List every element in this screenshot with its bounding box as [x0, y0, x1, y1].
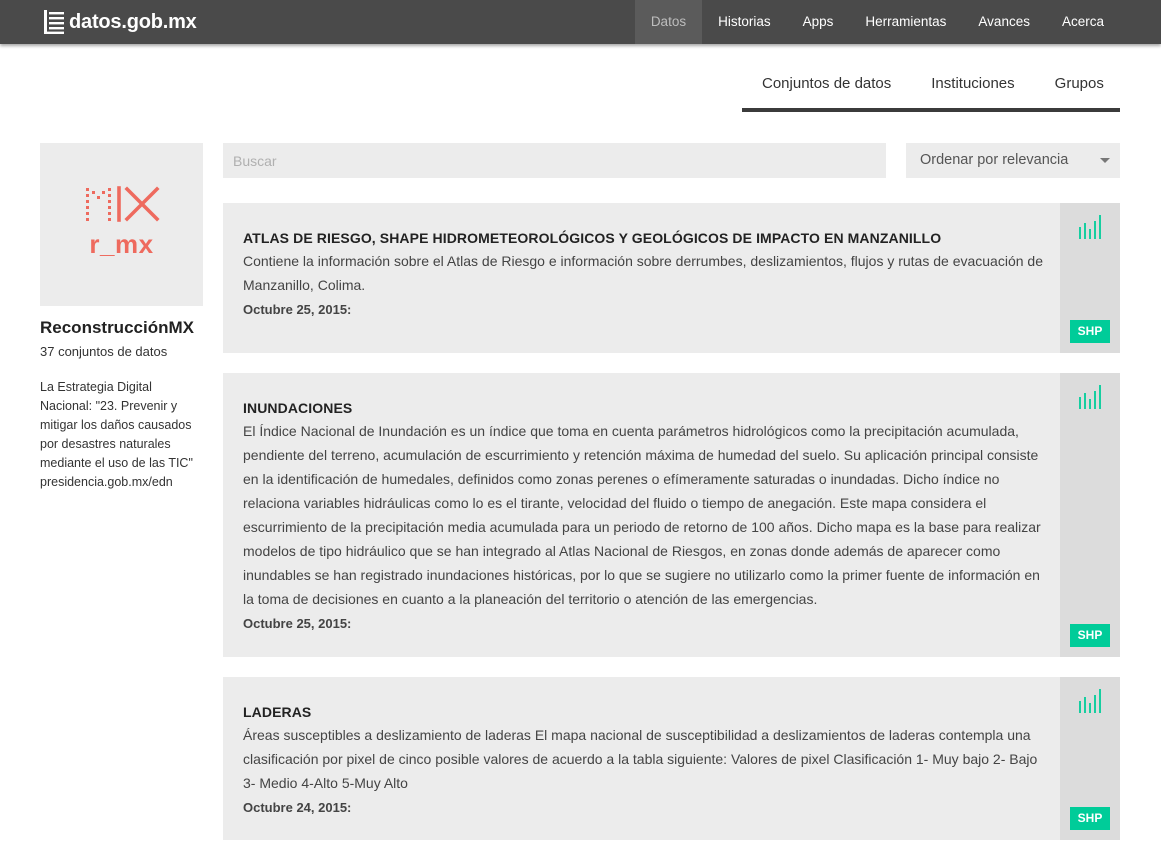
dataset-title[interactable]: LADERAS [243, 704, 1043, 720]
dataset-description: Contiene la información sobre el Atlas d… [243, 253, 1043, 293]
bar-chart-icon[interactable] [1078, 385, 1102, 409]
organization-logo: r_mx [40, 143, 203, 306]
dataset-card-body: INUNDACIONES El Índice Nacional de Inund… [243, 400, 1043, 631]
dataset-date: Octubre 25, 2015: [243, 616, 352, 631]
nav-item-historias[interactable]: Historias [702, 0, 787, 44]
bar-chart-icon[interactable] [1078, 689, 1102, 713]
format-badge[interactable]: SHP [1070, 624, 1110, 647]
dataset-description: Áreas susceptibles a deslizamiento de la… [243, 727, 1038, 791]
tab-grupos[interactable]: Grupos [1055, 62, 1104, 106]
organization-name: ReconstrucciónMX [40, 318, 194, 337]
sub-nav: Conjuntos de datos Instituciones Grupos [742, 62, 1120, 112]
dataset-title[interactable]: ATLAS DE RIESGO, SHAPE HIDROMETEOROLÓGIC… [243, 230, 1043, 246]
document-lines-icon [44, 10, 64, 34]
chevron-down-icon [1100, 158, 1110, 163]
dataset-card: LADERAS Áreas susceptibles a deslizamien… [223, 677, 1120, 840]
dataset-card-body: ATLAS DE RIESGO, SHAPE HIDROMETEOROLÓGIC… [243, 230, 1043, 317]
tab-instituciones[interactable]: Instituciones [931, 62, 1014, 106]
dataset-side-panel: SHP [1060, 373, 1120, 657]
mx-logo-icon [86, 186, 160, 222]
organization-dataset-count: 37 conjuntos de datos [40, 344, 168, 359]
site-logo[interactable]: datos.gob.mx [44, 9, 197, 35]
dataset-card: INUNDACIONES El Índice Nacional de Inund… [223, 373, 1120, 657]
dataset-date: Octubre 24, 2015: [243, 800, 352, 815]
format-badge[interactable]: SHP [1070, 320, 1110, 343]
top-navbar: datos.gob.mx Datos Historias Apps Herram… [0, 0, 1161, 44]
organization-description: La Estrategia Digital Nacional: "23. Pre… [40, 380, 193, 489]
dataset-side-panel: SHP [1060, 203, 1120, 353]
organization-logo-text: r_mx [89, 229, 154, 259]
nav-item-herramientas[interactable]: Herramientas [849, 0, 962, 44]
nav-item-acerca[interactable]: Acerca [1046, 0, 1120, 44]
dataset-card-body: LADERAS Áreas susceptibles a deslizamien… [243, 704, 1043, 815]
main-nav: Datos Historias Apps Herramientas Avance… [634, 0, 1120, 44]
site-logo-text: datos.gob.mx [69, 10, 197, 33]
nav-item-datos[interactable]: Datos [634, 0, 703, 44]
dataset-card: ATLAS DE RIESGO, SHAPE HIDROMETEOROLÓGIC… [223, 203, 1120, 353]
nav-item-avances[interactable]: Avances [962, 0, 1046, 44]
search-input[interactable] [223, 143, 883, 178]
bar-chart-icon[interactable] [1078, 215, 1102, 239]
format-badge[interactable]: SHP [1070, 807, 1110, 830]
sort-select[interactable]: Ordenar por relevancia [906, 143, 1120, 178]
search-box [223, 143, 886, 178]
dataset-date: Octubre 25, 2015: [243, 302, 352, 317]
organization-sidebar: r_mx ReconstrucciónMX 37 conjuntos de da… [40, 143, 203, 492]
dataset-description: El Índice Nacional de Inundación es un í… [243, 423, 1041, 607]
tab-conjuntos-de-datos[interactable]: Conjuntos de datos [762, 62, 891, 106]
dataset-title[interactable]: INUNDACIONES [243, 400, 1043, 416]
sort-select-label: Ordenar por relevancia [920, 152, 1069, 168]
nav-item-apps[interactable]: Apps [787, 0, 850, 44]
dataset-side-panel: SHP [1060, 677, 1120, 840]
